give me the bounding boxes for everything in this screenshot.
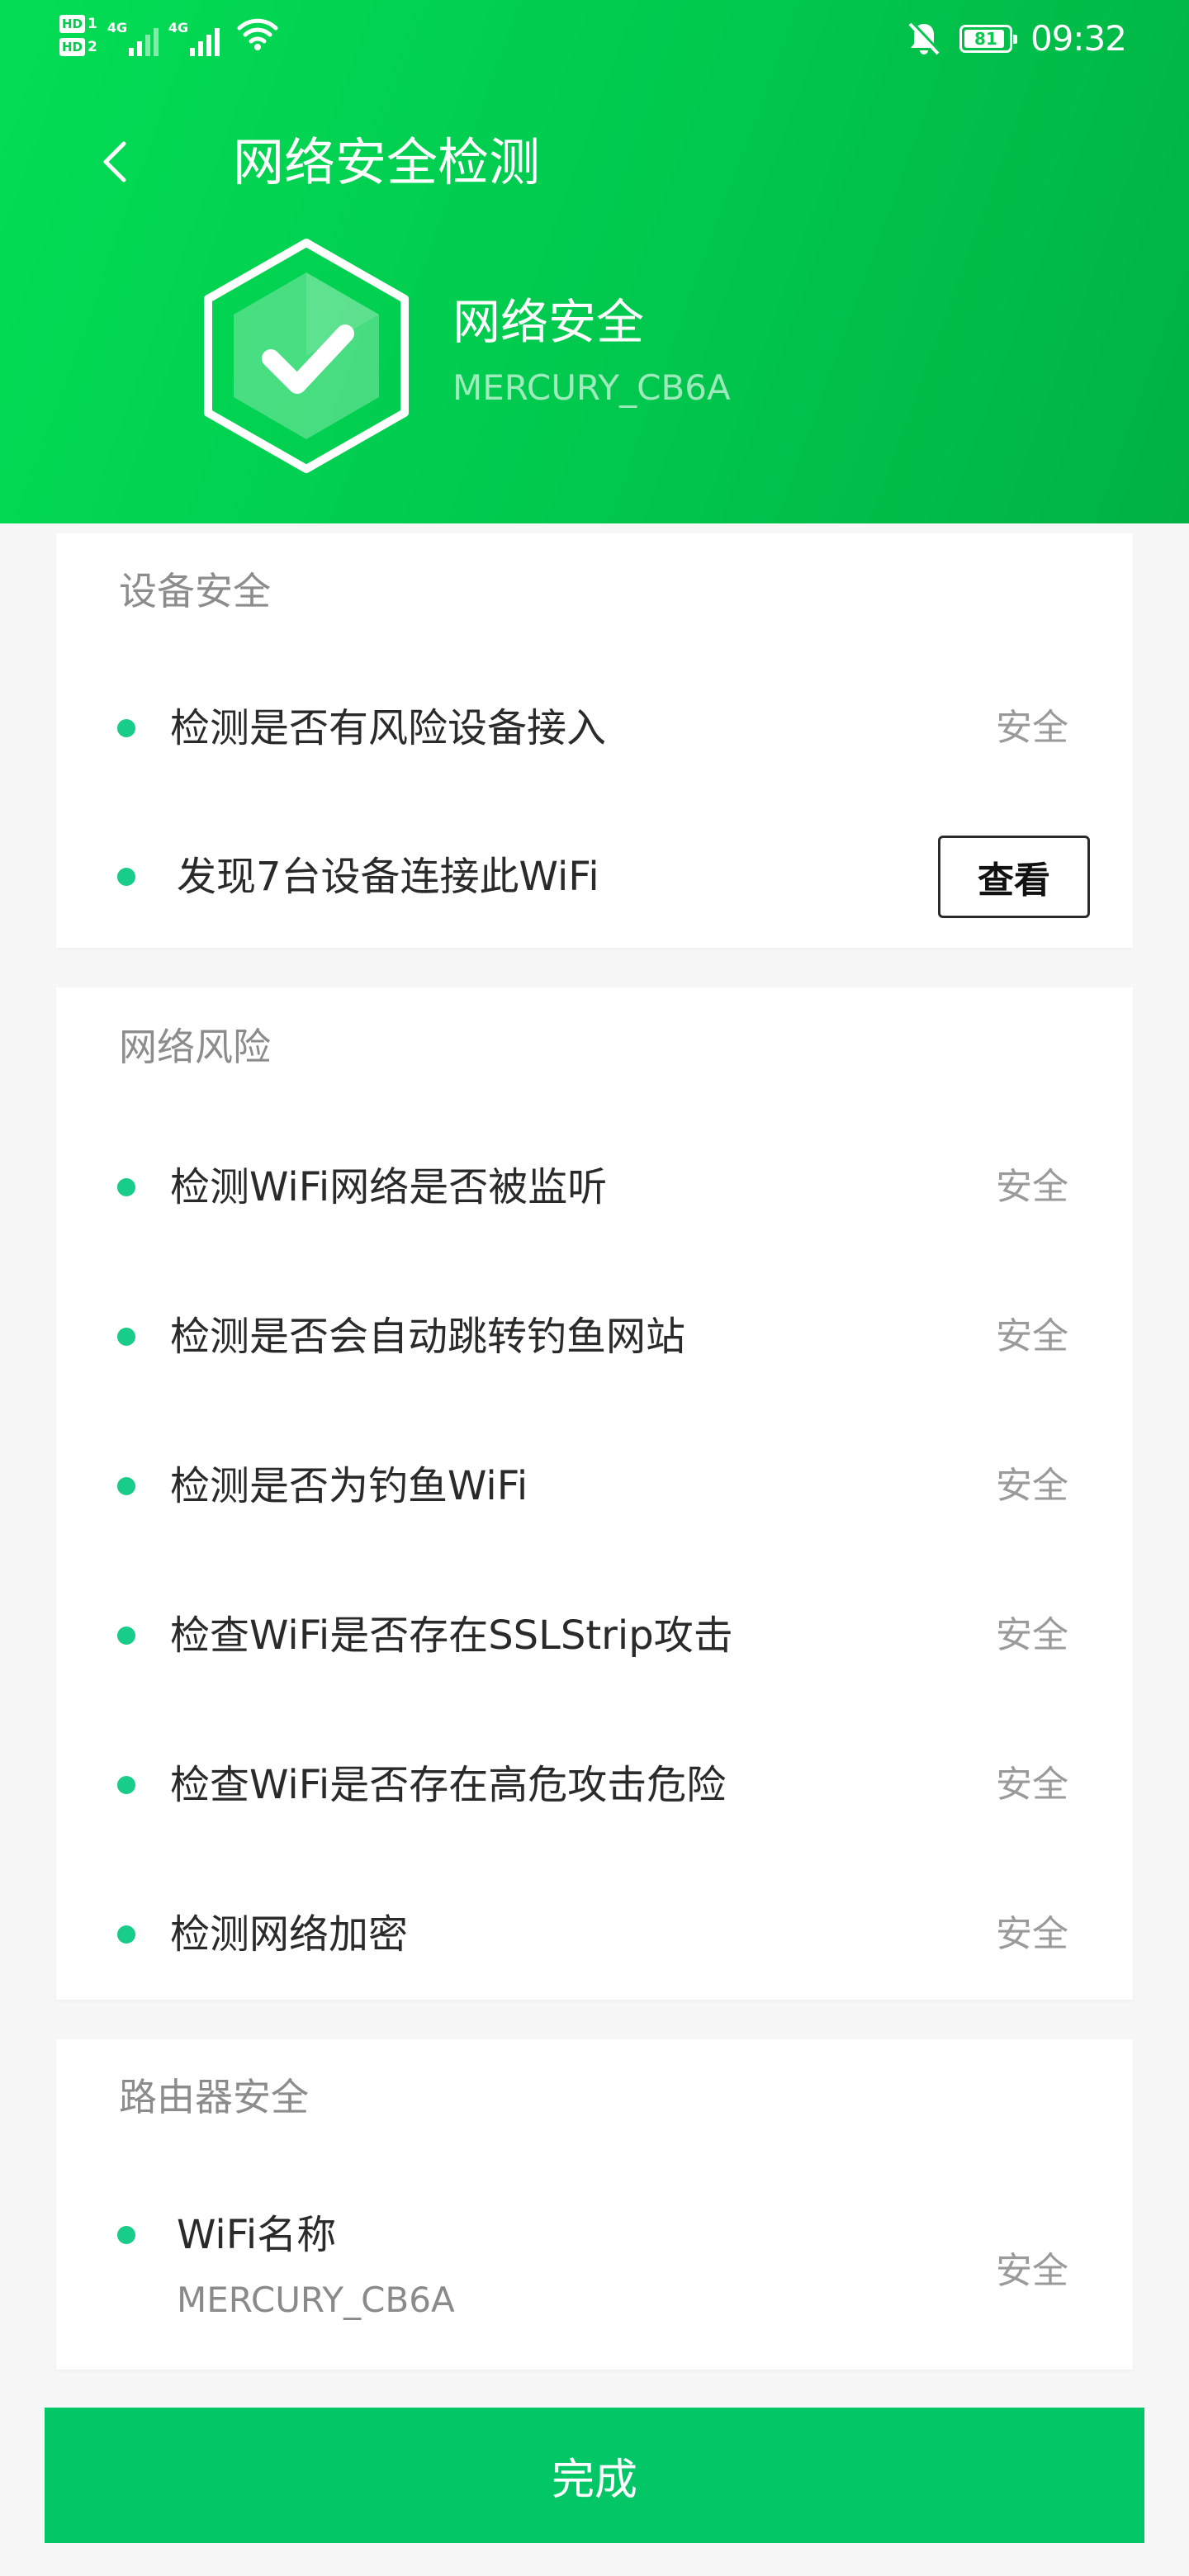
header: HD 1 HD 2 4G 4G 81 09:32 网络安全检测 网络安全 MER… — [0, 0, 1189, 523]
list-item: 检查WiFi是否存在SSLStrip攻击 安全 — [56, 1586, 1133, 1685]
status-dot — [117, 719, 135, 737]
list-item: WiFi名称 MERCURY_CB6A 安全 — [56, 2180, 1133, 2345]
item-status: 安全 — [996, 1166, 1068, 1208]
item-status: 安全 — [996, 1614, 1068, 1656]
section-router-security: 路由器安全 WiFi名称 MERCURY_CB6A 安全 — [56, 2039, 1133, 2370]
battery-icon: 81 — [959, 24, 1017, 53]
section-device-security: 设备安全 检测是否有风险设备接入 安全 发现7台设备连接此WiFi 查看 — [56, 533, 1133, 948]
status-dot — [117, 2226, 135, 2244]
list-item: 检测网络加密 安全 — [56, 1885, 1133, 1984]
item-label: 检测网络加密 — [170, 1911, 409, 1958]
view-devices-button[interactable]: 查看 — [938, 836, 1090, 918]
result-title: 网络安全 — [452, 294, 645, 350]
list-item: 检测是否有风险设备接入 安全 — [56, 679, 1133, 778]
item-status: 安全 — [996, 2250, 1068, 2292]
item-label: 检查WiFi是否存在高危攻击危险 — [170, 1762, 727, 1808]
list-item: 发现7台设备连接此WiFi 查看 — [56, 827, 1133, 926]
item-status: 安全 — [996, 1764, 1068, 1806]
status-bar: HD 1 HD 2 4G 4G 81 09:32 — [0, 0, 1189, 83]
section-title: 路由器安全 — [119, 2075, 309, 2119]
sim1-indicator: HD 1 — [59, 15, 97, 33]
ssid-label: MERCURY_CB6A — [452, 367, 731, 408]
done-button[interactable]: 完成 — [45, 2408, 1144, 2543]
item-label: 发现7台设备连接此WiFi — [177, 854, 599, 900]
section-title: 设备安全 — [119, 569, 271, 613]
section-title: 网络风险 — [119, 1025, 271, 1069]
item-status: 安全 — [996, 1465, 1068, 1507]
item-label: 检测是否有风险设备接入 — [170, 705, 607, 751]
item-status: 安全 — [996, 1913, 1068, 1955]
list-item: 检测WiFi网络是否被监听 安全 — [56, 1138, 1133, 1237]
page-title: 网络安全检测 — [233, 132, 541, 192]
list-item: 检测是否会自动跳转钓鱼网站 安全 — [56, 1287, 1133, 1386]
signal-1-icon: 4G — [107, 15, 159, 56]
item-label: 检测WiFi网络是否被监听 — [170, 1164, 608, 1210]
status-dot — [117, 868, 135, 886]
wifi-signal-icon — [237, 18, 278, 50]
item-status: 安全 — [996, 707, 1068, 749]
signal-2-icon: 4G — [168, 15, 220, 56]
item-label: WiFi名称 — [177, 2212, 337, 2258]
list-item: 检测是否为钓鱼WiFi 安全 — [56, 1437, 1133, 1536]
shield-check-icon — [204, 239, 409, 473]
item-sub-label: MERCURY_CB6A — [177, 2280, 455, 2320]
list-item: 检查WiFi是否存在高危攻击危险 安全 — [56, 1735, 1133, 1835]
status-dot — [117, 1925, 135, 1944]
item-label: 检查WiFi是否存在SSLStrip攻击 — [170, 1612, 733, 1659]
sim2-indicator: HD 2 — [59, 38, 97, 56]
item-status: 安全 — [996, 1315, 1068, 1357]
item-label: 检测是否为钓鱼WiFi — [170, 1463, 528, 1509]
status-dot — [117, 1328, 135, 1346]
status-dot — [117, 1178, 135, 1196]
section-network-risk: 网络风险 检测WiFi网络是否被监听 安全 检测是否会自动跳转钓鱼网站 安全 检… — [56, 987, 1133, 2000]
mute-bell-icon — [908, 21, 941, 54]
status-dot — [117, 1776, 135, 1794]
item-label: 检测是否会自动跳转钓鱼网站 — [170, 1314, 686, 1360]
status-dot — [117, 1627, 135, 1645]
status-time: 09:32 — [1030, 18, 1127, 59]
back-arrow-icon[interactable] — [92, 132, 142, 192]
status-dot — [117, 1477, 135, 1495]
